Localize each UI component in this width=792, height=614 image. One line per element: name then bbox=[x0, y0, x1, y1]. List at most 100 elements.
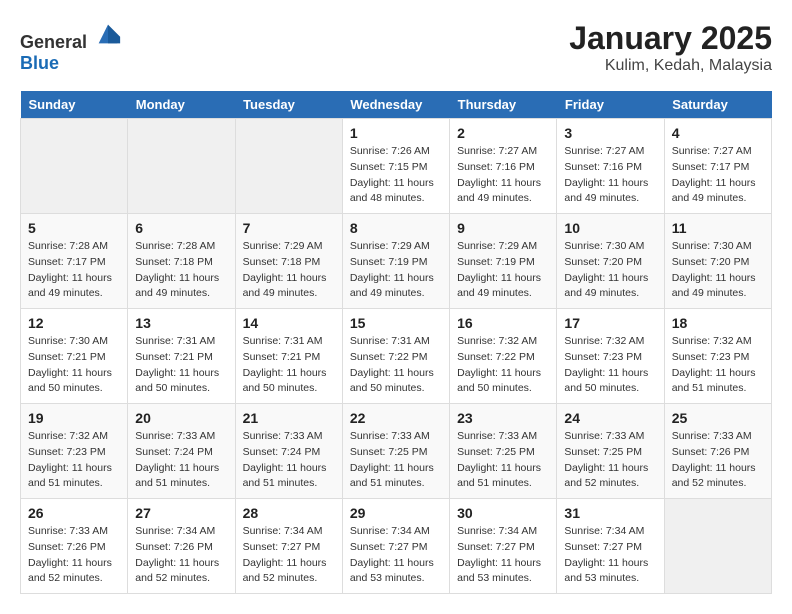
calendar-cell bbox=[664, 499, 771, 594]
day-number: 24 bbox=[564, 410, 656, 426]
day-info: Sunrise: 7:33 AMSunset: 7:26 PMDaylight:… bbox=[28, 524, 120, 587]
calendar-cell: 6 Sunrise: 7:28 AMSunset: 7:18 PMDaylight… bbox=[128, 214, 235, 309]
calendar-cell: 18 Sunrise: 7:32 AMSunset: 7:23 PMDayligh… bbox=[664, 309, 771, 404]
header-thursday: Thursday bbox=[450, 91, 557, 119]
calendar-cell: 9 Sunrise: 7:29 AMSunset: 7:19 PMDaylight… bbox=[450, 214, 557, 309]
day-info: Sunrise: 7:28 AMSunset: 7:17 PMDaylight:… bbox=[28, 239, 120, 302]
calendar-cell bbox=[235, 119, 342, 214]
calendar-week-5: 26 Sunrise: 7:33 AMSunset: 7:26 PMDayligh… bbox=[21, 499, 772, 594]
calendar-cell: 5 Sunrise: 7:28 AMSunset: 7:17 PMDaylight… bbox=[21, 214, 128, 309]
day-info: Sunrise: 7:26 AMSunset: 7:15 PMDaylight:… bbox=[350, 144, 442, 207]
day-number: 27 bbox=[135, 505, 227, 521]
header-wednesday: Wednesday bbox=[342, 91, 449, 119]
day-number: 11 bbox=[672, 220, 764, 236]
calendar-cell: 12 Sunrise: 7:30 AMSunset: 7:21 PMDayligh… bbox=[21, 309, 128, 404]
day-info: Sunrise: 7:30 AMSunset: 7:20 PMDaylight:… bbox=[672, 239, 764, 302]
calendar-cell: 25Sunrise: 7:33 AMSunset: 7:26 PMDayligh… bbox=[664, 404, 771, 499]
day-number: 8 bbox=[350, 220, 442, 236]
day-number: 6 bbox=[135, 220, 227, 236]
day-number: 5 bbox=[28, 220, 120, 236]
day-info: Sunrise: 7:32 AMSunset: 7:23 PMDaylight:… bbox=[564, 334, 656, 397]
day-number: 30 bbox=[457, 505, 549, 521]
day-number: 29 bbox=[350, 505, 442, 521]
calendar-title: January 2025 bbox=[569, 20, 772, 57]
calendar-cell: 19 Sunrise: 7:32 AMSunset: 7:23 PMDayligh… bbox=[21, 404, 128, 499]
calendar-cell: 1Sunrise: 7:26 AMSunset: 7:15 PMDaylight… bbox=[342, 119, 449, 214]
day-info: Sunrise: 7:34 AMSunset: 7:27 PMDaylight:… bbox=[243, 524, 335, 587]
calendar-week-3: 12 Sunrise: 7:30 AMSunset: 7:21 PMDayligh… bbox=[21, 309, 772, 404]
calendar-cell: 21 Sunrise: 7:33 AMSunset: 7:24 PMDayligh… bbox=[235, 404, 342, 499]
day-number: 26 bbox=[28, 505, 120, 521]
day-info: Sunrise: 7:27 AMSunset: 7:17 PMDaylight:… bbox=[672, 144, 764, 207]
day-number: 18 bbox=[672, 315, 764, 331]
day-info: Sunrise: 7:29 AMSunset: 7:18 PMDaylight:… bbox=[243, 239, 335, 302]
day-info: Sunrise: 7:32 AMSunset: 7:23 PMDaylight:… bbox=[28, 429, 120, 492]
day-info: Sunrise: 7:32 AMSunset: 7:23 PMDaylight:… bbox=[672, 334, 764, 397]
day-number: 14 bbox=[243, 315, 335, 331]
day-info: Sunrise: 7:29 AMSunset: 7:19 PMDaylight:… bbox=[350, 239, 442, 302]
day-info: Sunrise: 7:33 AMSunset: 7:24 PMDaylight:… bbox=[243, 429, 335, 492]
calendar-cell: 29 Sunrise: 7:34 AMSunset: 7:27 PMDayligh… bbox=[342, 499, 449, 594]
day-number: 22 bbox=[350, 410, 442, 426]
day-info: Sunrise: 7:30 AMSunset: 7:20 PMDaylight:… bbox=[564, 239, 656, 302]
day-info: Sunrise: 7:29 AMSunset: 7:19 PMDaylight:… bbox=[457, 239, 549, 302]
header-saturday: Saturday bbox=[664, 91, 771, 119]
calendar-subtitle: Kulim, Kedah, Malaysia bbox=[569, 57, 772, 75]
day-info: Sunrise: 7:32 AMSunset: 7:22 PMDaylight:… bbox=[457, 334, 549, 397]
header-sunday: Sunday bbox=[21, 91, 128, 119]
day-number: 16 bbox=[457, 315, 549, 331]
header-tuesday: Tuesday bbox=[235, 91, 342, 119]
day-info: Sunrise: 7:34 AMSunset: 7:27 PMDaylight:… bbox=[457, 524, 549, 587]
day-info: Sunrise: 7:34 AMSunset: 7:27 PMDaylight:… bbox=[350, 524, 442, 587]
day-number: 4 bbox=[672, 125, 764, 141]
header-monday: Monday bbox=[128, 91, 235, 119]
calendar-cell: 23Sunrise: 7:33 AMSunset: 7:25 PMDayligh… bbox=[450, 404, 557, 499]
calendar-cell: 15Sunrise: 7:31 AMSunset: 7:22 PMDayligh… bbox=[342, 309, 449, 404]
calendar-cell: 17 Sunrise: 7:32 AMSunset: 7:23 PMDayligh… bbox=[557, 309, 664, 404]
calendar-cell: 22Sunrise: 7:33 AMSunset: 7:25 PMDayligh… bbox=[342, 404, 449, 499]
calendar-cell: 4 Sunrise: 7:27 AMSunset: 7:17 PMDaylight… bbox=[664, 119, 771, 214]
calendar-cell: 10 Sunrise: 7:30 AMSunset: 7:20 PMDayligh… bbox=[557, 214, 664, 309]
calendar-week-2: 5 Sunrise: 7:28 AMSunset: 7:17 PMDaylight… bbox=[21, 214, 772, 309]
calendar-cell: 24 Sunrise: 7:33 AMSunset: 7:25 PMDayligh… bbox=[557, 404, 664, 499]
calendar-cell: 31 Sunrise: 7:34 AMSunset: 7:27 PMDayligh… bbox=[557, 499, 664, 594]
calendar-cell: 13 Sunrise: 7:31 AMSunset: 7:21 PMDayligh… bbox=[128, 309, 235, 404]
calendar-week-4: 19 Sunrise: 7:32 AMSunset: 7:23 PMDayligh… bbox=[21, 404, 772, 499]
calendar-cell: 14 Sunrise: 7:31 AMSunset: 7:21 PMDayligh… bbox=[235, 309, 342, 404]
calendar-header-row: SundayMondayTuesdayWednesdayThursdayFrid… bbox=[21, 91, 772, 119]
day-number: 25 bbox=[672, 410, 764, 426]
title-area: January 2025 Kulim, Kedah, Malaysia bbox=[569, 20, 772, 75]
day-number: 15 bbox=[350, 315, 442, 331]
day-number: 19 bbox=[28, 410, 120, 426]
day-info: Sunrise: 7:30 AMSunset: 7:21 PMDaylight:… bbox=[28, 334, 120, 397]
day-info: Sunrise: 7:27 AMSunset: 7:16 PMDaylight:… bbox=[457, 144, 549, 207]
day-number: 9 bbox=[457, 220, 549, 236]
day-info: Sunrise: 7:31 AMSunset: 7:21 PMDaylight:… bbox=[135, 334, 227, 397]
day-info: Sunrise: 7:28 AMSunset: 7:18 PMDaylight:… bbox=[135, 239, 227, 302]
calendar-table: SundayMondayTuesdayWednesdayThursdayFrid… bbox=[20, 91, 772, 594]
calendar-cell: 16 Sunrise: 7:32 AMSunset: 7:22 PMDayligh… bbox=[450, 309, 557, 404]
day-number: 13 bbox=[135, 315, 227, 331]
calendar-cell: 20Sunrise: 7:33 AMSunset: 7:24 PMDayligh… bbox=[128, 404, 235, 499]
day-info: Sunrise: 7:31 AMSunset: 7:21 PMDaylight:… bbox=[243, 334, 335, 397]
day-info: Sunrise: 7:33 AMSunset: 7:25 PMDaylight:… bbox=[564, 429, 656, 492]
day-number: 31 bbox=[564, 505, 656, 521]
day-number: 2 bbox=[457, 125, 549, 141]
logo-icon bbox=[94, 20, 122, 48]
day-info: Sunrise: 7:34 AMSunset: 7:27 PMDaylight:… bbox=[564, 524, 656, 587]
logo-text-blue: Blue bbox=[20, 53, 59, 73]
calendar-cell bbox=[128, 119, 235, 214]
day-number: 17 bbox=[564, 315, 656, 331]
calendar-cell: 8 Sunrise: 7:29 AMSunset: 7:19 PMDaylight… bbox=[342, 214, 449, 309]
day-number: 12 bbox=[28, 315, 120, 331]
calendar-cell: 3Sunrise: 7:27 AMSunset: 7:16 PMDaylight… bbox=[557, 119, 664, 214]
day-number: 28 bbox=[243, 505, 335, 521]
day-info: Sunrise: 7:33 AMSunset: 7:25 PMDaylight:… bbox=[457, 429, 549, 492]
calendar-cell: 2 Sunrise: 7:27 AMSunset: 7:16 PMDaylight… bbox=[450, 119, 557, 214]
day-info: Sunrise: 7:33 AMSunset: 7:24 PMDaylight:… bbox=[135, 429, 227, 492]
day-number: 21 bbox=[243, 410, 335, 426]
day-number: 10 bbox=[564, 220, 656, 236]
day-number: 7 bbox=[243, 220, 335, 236]
calendar-cell: 30 Sunrise: 7:34 AMSunset: 7:27 PMDayligh… bbox=[450, 499, 557, 594]
logo: General Blue bbox=[20, 20, 122, 74]
